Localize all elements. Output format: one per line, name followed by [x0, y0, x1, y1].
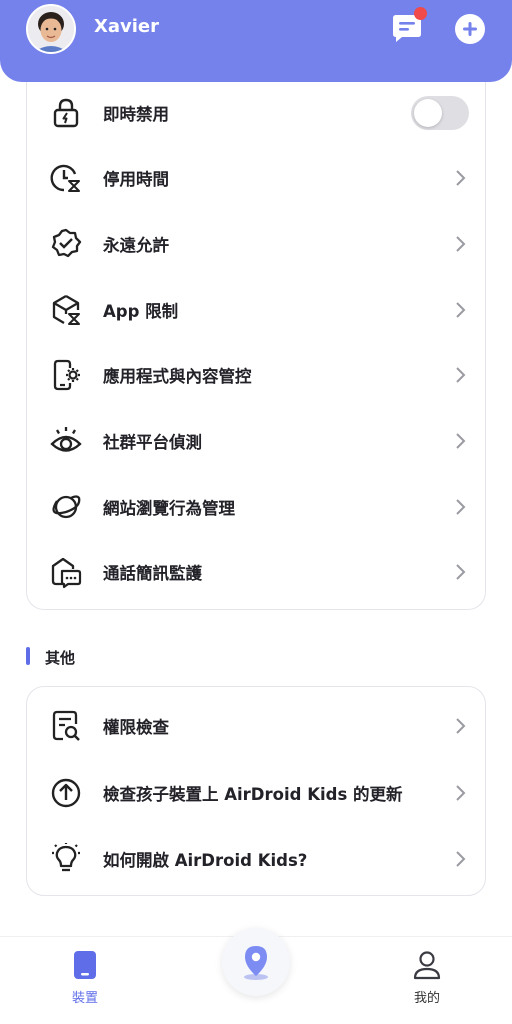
feature-label: 應用程式與內容管控 [103, 367, 252, 386]
feature-row-call-sms[interactable]: 通話簡訊監護 [27, 539, 487, 605]
nav-devices[interactable]: 裝置 [45, 937, 125, 1024]
device-gear-icon [53, 359, 80, 391]
chevron-right-icon [456, 851, 466, 867]
others-row-how-to-enable[interactable]: 如何開啟 AirDroid Kids? [27, 826, 487, 892]
feature-label: 通話簡訊監護 [103, 564, 202, 583]
notification-dot [414, 7, 427, 20]
feature-row-social-detection[interactable]: 社群平台偵測 [27, 408, 487, 474]
document-search-icon [52, 710, 80, 741]
add-icon [463, 22, 477, 36]
phone-icon [74, 951, 96, 979]
chevron-right-icon [456, 433, 466, 449]
location-button[interactable] [222, 928, 290, 996]
feature-label: 社群平台偵測 [103, 433, 202, 452]
chevron-right-icon [456, 499, 466, 515]
avatar[interactable] [26, 4, 76, 54]
feature-row-always-allowed[interactable]: 永遠允許 [27, 211, 487, 277]
planet-icon [52, 495, 81, 519]
feature-label: 即時禁用 [103, 105, 169, 124]
nav-mine[interactable]: 我的 [387, 937, 467, 1024]
features-card: 即時禁用 停用時間 永遠允許 App 限制 應用程式與內容管控 社群平台偵測 網… [26, 74, 486, 610]
chevron-right-icon [456, 718, 466, 734]
chevron-right-icon [456, 302, 466, 318]
top-header: Xavier [0, 0, 512, 82]
upload-circle-icon [51, 778, 81, 808]
feature-row-content-control[interactable]: 應用程式與內容管控 [27, 342, 487, 408]
lightbulb-icon [52, 843, 80, 872]
others-label: 檢查孩子裝置上 AirDroid Kids 的更新 [103, 785, 403, 804]
section-title: 其他 [45, 649, 76, 667]
nav-devices-label: 裝置 [71, 991, 98, 1006]
user-icon [413, 951, 441, 980]
feature-row-downtime[interactable]: 停用時間 [27, 145, 487, 211]
chevron-right-icon [456, 170, 466, 186]
add-button[interactable] [455, 14, 485, 44]
nav-mine-label: 我的 [413, 991, 440, 1006]
location-pin-icon [244, 946, 268, 980]
feature-row-instant-block[interactable]: 即時禁用 [27, 80, 487, 146]
chevron-right-icon [456, 236, 466, 252]
others-label: 權限檢查 [103, 718, 169, 737]
others-card: 權限檢查 檢查孩子裝置上 AirDroid Kids 的更新 如何開啟 AirD… [26, 686, 486, 896]
chat-shield-icon [51, 557, 82, 589]
feature-label: 網站瀏覽行為管理 [103, 499, 235, 518]
clock-hourglass-icon [50, 164, 80, 192]
toggle-knob [414, 99, 442, 127]
chevron-right-icon [456, 564, 466, 580]
section-accent-bar [26, 647, 30, 665]
chevron-right-icon [456, 367, 466, 383]
feature-row-web-browsing[interactable]: 網站瀏覽行為管理 [27, 474, 487, 540]
lock-icon [53, 98, 79, 128]
user-name: Xavier [94, 16, 160, 37]
feature-label: 停用時間 [103, 170, 169, 189]
feature-row-app-limit[interactable]: App 限制 [27, 277, 487, 343]
others-row-check-update[interactable]: 檢查孩子裝置上 AirDroid Kids 的更新 [27, 760, 487, 826]
eye-icon [50, 427, 82, 452]
feature-label: App 限制 [103, 302, 179, 321]
instant-block-toggle[interactable] [411, 96, 469, 130]
chevron-right-icon [456, 785, 466, 801]
others-row-permission-check[interactable]: 權限檢查 [27, 693, 487, 759]
verified-badge-icon [51, 228, 82, 258]
others-label: 如何開啟 AirDroid Kids? [103, 851, 308, 870]
app-limit-icon [52, 295, 80, 325]
feature-label: 永遠允許 [103, 236, 169, 255]
